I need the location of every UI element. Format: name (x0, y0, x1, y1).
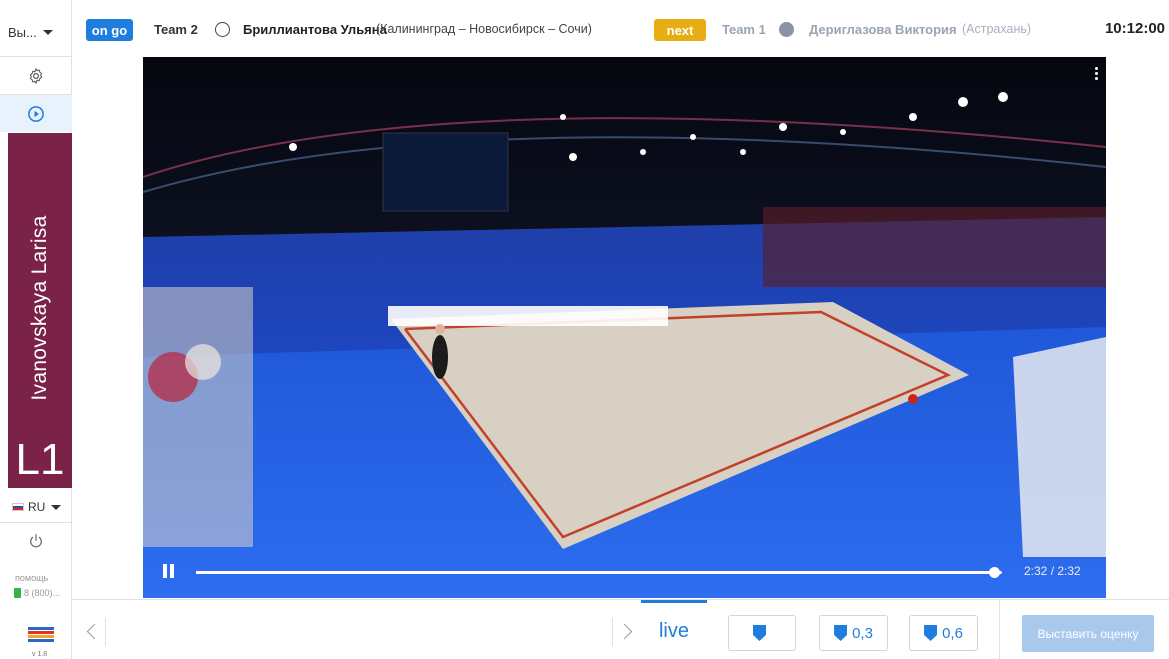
next-badge: next (654, 19, 706, 41)
bottom-bar: live 0,3 0,6 Выставить оценку (72, 599, 1169, 659)
play-circle-icon (28, 105, 44, 122)
logout-button[interactable] (0, 522, 72, 558)
shield-icon (753, 625, 766, 641)
video-controls: 2:32 / 2:32 (143, 548, 1106, 598)
judge-panel: Ivanovskaya Larisa L1 (8, 133, 72, 488)
top-select-label: Вы... (8, 24, 37, 40)
app-version: v 1.8 (32, 651, 48, 658)
clock: 10:12:00 (1104, 20, 1165, 37)
score-value: 0,3 (852, 624, 873, 642)
play-button[interactable] (0, 94, 72, 132)
submit-score-button[interactable]: Выставить оценку (1022, 615, 1154, 652)
current-athlete: Бриллиантова Ульяна (243, 22, 387, 37)
phone-number: 8 (800)... (24, 588, 61, 598)
progress-fill (196, 571, 994, 574)
settings-button[interactable] (0, 56, 72, 94)
app-logo-icon (28, 627, 54, 645)
top-bar: on go Team 2 Бриллиантова Ульяна (Калини… (72, 0, 1169, 58)
current-athlete-cities: (Калининград – Новосибирск – Сочи) (376, 22, 592, 36)
language-select[interactable]: RU (12, 496, 62, 518)
left-sidebar: Вы... Ivanovskaya Larisa L1 RU помощь 8 … (0, 0, 72, 659)
chevron-down-icon (51, 504, 62, 510)
on-go-badge: on go (86, 19, 133, 41)
help-link[interactable]: помощь (15, 573, 48, 583)
shield-icon (924, 625, 938, 641)
next-team: Team 1 (722, 22, 766, 37)
judge-app: Вы... Ivanovskaya Larisa L1 RU помощь 8 … (0, 0, 1169, 659)
score-button-0[interactable] (728, 615, 796, 651)
video-player[interactable]: 2:32 / 2:32 (143, 57, 1106, 598)
video-menu-icon[interactable] (1095, 67, 1098, 81)
judge-name: Ivanovskaya Larisa (28, 215, 51, 401)
settings-gear-icon (29, 67, 43, 84)
top-select[interactable]: Вы... (8, 14, 70, 50)
chevron-left-icon (86, 623, 103, 640)
pause-icon[interactable] (163, 564, 177, 580)
video-time: 2:32 / 2:32 (1024, 564, 1081, 578)
chevron-down-icon (42, 29, 53, 35)
current-team: Team 2 (154, 22, 198, 37)
status-circle-filled-icon (779, 22, 794, 37)
chevron-right-icon (616, 623, 633, 640)
live-tab[interactable]: live (641, 600, 707, 659)
score-value: 0,6 (942, 624, 963, 642)
score-button-1[interactable]: 0,3 (819, 615, 888, 651)
progress-thumb[interactable] (988, 567, 1000, 578)
judge-position: L1 (15, 435, 65, 484)
video-frame (143, 57, 1106, 598)
next-athlete: Дериглазова Виктория (809, 22, 957, 37)
language-label: RU (28, 500, 46, 514)
divider (999, 600, 1000, 659)
next-button[interactable] (612, 618, 640, 646)
score-button-2[interactable]: 0,6 (909, 615, 978, 651)
phone-link[interactable]: 8 (800)... (14, 588, 60, 598)
status-circle-empty-icon (215, 22, 230, 37)
phone-icon (14, 588, 21, 598)
power-icon (30, 533, 42, 547)
next-athlete-city: (Астрахань) (962, 22, 1032, 36)
prev-button[interactable] (78, 618, 106, 646)
ru-flag-icon (12, 503, 24, 511)
shield-icon (834, 625, 848, 641)
